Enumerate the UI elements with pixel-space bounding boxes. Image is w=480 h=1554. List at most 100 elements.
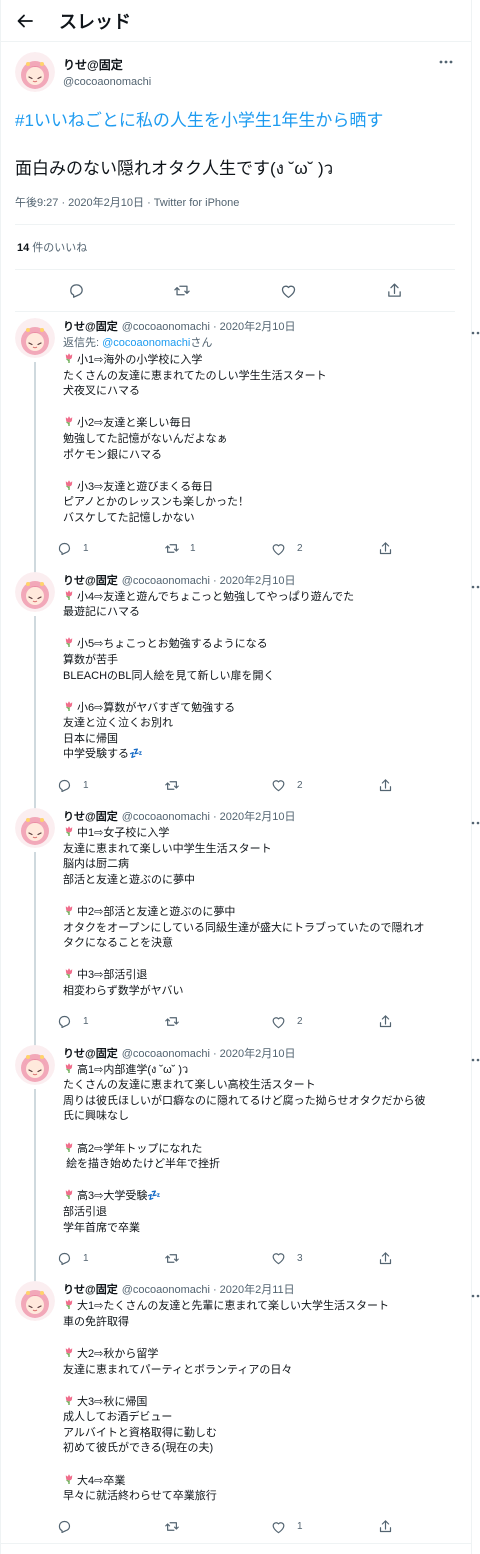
like-heart-icon[interactable] [271, 541, 287, 557]
retweet-action[interactable] [164, 1250, 271, 1266]
reply-icon[interactable] [57, 1014, 73, 1030]
thread-page: スレッド りせ@固定 @cocoaonomachi #1いいねごとに私の人生を小… [0, 0, 480, 1554]
like-action[interactable]: 3 [271, 1250, 378, 1266]
like-heart-icon[interactable] [279, 282, 297, 300]
avatar[interactable] [15, 808, 55, 849]
reply-tweet[interactable]: りせ@固定 @cocoaonomachi · 2020年2月10日 高1⇨内部進学(ง … [1, 1039, 480, 1283]
share-icon[interactable] [378, 1250, 394, 1266]
share-action[interactable] [378, 1519, 480, 1535]
reply-tweet[interactable]: りせ@固定 @cocoaonomachi · 2020年2月11日 大1⇨たくさんの友達… [1, 1275, 480, 1543]
more-options-icon[interactable] [471, 1049, 480, 1061]
like-action[interactable]: 2 [271, 777, 378, 793]
likes-count-line[interactable]: 14 件のいいね [15, 225, 455, 270]
like-action[interactable]: 2 [271, 1014, 378, 1030]
avatar[interactable] [15, 1044, 55, 1085]
reply-author-name[interactable]: りせ@固定 [63, 572, 118, 588]
reply-icon[interactable] [57, 777, 73, 793]
reply-date[interactable]: 2020年2月10日 [220, 572, 296, 588]
share-icon[interactable] [378, 1014, 394, 1030]
reply-author-handle[interactable]: @cocoaonomachi [122, 1048, 210, 1060]
text-line [63, 463, 480, 479]
tulip-icon [63, 1394, 75, 1406]
retweet-icon[interactable] [164, 541, 180, 557]
reply-count: 1 [83, 779, 89, 791]
reply-action[interactable]: 1 [57, 1250, 164, 1266]
retweet-action[interactable] [164, 777, 271, 793]
more-options-icon[interactable] [471, 576, 480, 588]
hashtag-link[interactable]: #1いいねごとに私の人生を小学生1年生から晒す [15, 110, 455, 132]
reply-icon[interactable] [57, 1250, 73, 1266]
like-heart-icon[interactable] [271, 777, 287, 793]
replying-to-suffix: さん [190, 337, 213, 349]
share-icon[interactable] [385, 282, 403, 300]
text-line: 成人してお酒デビュー [63, 1411, 173, 1424]
reply-tweet[interactable]: りせ@固定 @cocoaonomachi · 2020年2月10日 小4⇨友達と遊んでち… [1, 566, 480, 810]
reply-action[interactable]: 1 [57, 1014, 164, 1030]
tulip-icon [63, 415, 75, 427]
tweet-text: 面白みのない隠れオタク人生です(ง ˘ω˘ )ว [15, 159, 334, 178]
like-heart-icon[interactable] [271, 1014, 287, 1030]
share-action[interactable] [378, 777, 480, 793]
share-action[interactable] [378, 1250, 480, 1266]
reply-date[interactable]: 2020年2月10日 [220, 318, 296, 334]
more-options-icon[interactable] [471, 812, 480, 825]
retweet-icon[interactable] [164, 1250, 180, 1266]
mention-link[interactable]: @cocoaonomachi [102, 337, 190, 349]
retweet-action[interactable]: 1 [164, 541, 271, 557]
retweet-action[interactable] [164, 1014, 271, 1030]
reply-count: 1 [83, 543, 89, 555]
reply-author-handle[interactable]: @cocoaonomachi [122, 1284, 210, 1296]
avatar[interactable] [15, 318, 55, 358]
reply-action[interactable]: 1 [57, 541, 164, 557]
reply-action[interactable] [57, 1519, 164, 1535]
share-action[interactable] [378, 541, 480, 557]
reply-icon[interactable] [57, 1519, 73, 1535]
avatar[interactable] [15, 571, 55, 612]
thread-connector-line [34, 615, 36, 810]
retweet-action[interactable] [164, 1519, 271, 1535]
author-name[interactable]: りせ@固定 [63, 56, 151, 73]
avatar[interactable] [15, 1281, 55, 1322]
text-line: 小5⇨ちょこっとお勉強するようになる [63, 636, 480, 653]
reply-action-bar: 12 [57, 769, 480, 801]
more-options-icon[interactable] [471, 1285, 480, 1298]
like-count: 1 [297, 1521, 303, 1533]
retweet-icon[interactable] [164, 1014, 180, 1030]
retweet-icon[interactable] [173, 282, 191, 300]
reply-date[interactable]: 2020年2月10日 [220, 808, 296, 824]
like-heart-icon[interactable] [271, 1519, 287, 1535]
text-line [63, 1125, 480, 1141]
retweet-icon[interactable] [164, 777, 180, 793]
share-icon[interactable] [378, 777, 394, 793]
reply-author-name[interactable]: りせ@固定 [63, 808, 118, 824]
reply-action[interactable]: 1 [57, 777, 164, 793]
reply-date[interactable]: 2020年2月11日 [220, 1281, 295, 1297]
reply-author-handle[interactable]: @cocoaonomachi [122, 575, 210, 587]
reply-author-name[interactable]: りせ@固定 [63, 1045, 118, 1061]
avatar[interactable] [15, 52, 55, 92]
reply-date[interactable]: 2020年2月10日 [220, 1045, 296, 1061]
reply-author-name[interactable]: りせ@固定 [63, 1281, 118, 1297]
reply-author-name[interactable]: りせ@固定 [63, 318, 118, 334]
like-action[interactable]: 1 [271, 1519, 378, 1535]
text-line [63, 952, 480, 968]
reply-icon[interactable] [67, 282, 85, 300]
share-icon[interactable] [378, 1519, 394, 1535]
share-icon[interactable] [378, 541, 394, 557]
tweet-meta[interactable]: 午後9:27 · 2020年2月10日 · Twitter for iPhone [15, 194, 455, 225]
reply-author-handle[interactable]: @cocoaonomachi [122, 321, 210, 333]
author-handle[interactable]: @cocoaonomachi [63, 76, 151, 88]
like-heart-icon[interactable] [271, 1250, 287, 1266]
separator-dot: · [212, 574, 217, 587]
retweet-icon[interactable] [164, 1519, 180, 1535]
back-arrow-icon[interactable] [17, 12, 35, 30]
more-options-icon[interactable] [439, 58, 455, 66]
reply-icon[interactable] [57, 541, 73, 557]
reply-tweet[interactable]: りせ@固定 @cocoaonomachi · 2020年2月10日 返信先: @coco… [1, 312, 480, 573]
like-action[interactable]: 2 [271, 541, 378, 557]
reply-author-handle[interactable]: @cocoaonomachi [122, 811, 210, 823]
reply-tweet[interactable]: りせ@固定 @cocoaonomachi · 2020年2月10日 中1⇨女子校に入学友… [1, 802, 480, 1046]
more-options-icon[interactable] [471, 322, 480, 335]
share-action[interactable] [378, 1014, 480, 1030]
text-line [63, 888, 480, 904]
